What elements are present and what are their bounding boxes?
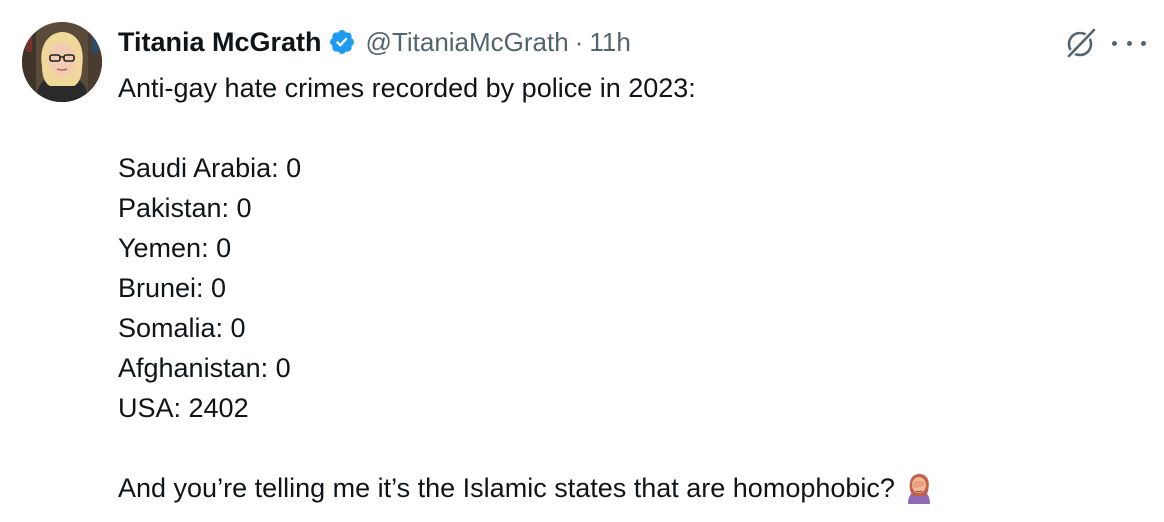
facepalm-emoji-icon bbox=[903, 472, 935, 504]
tweet-closing-line: And you’re telling me it’s the Islamic s… bbox=[118, 468, 1148, 508]
author-handle[interactable]: @TitaniaMcGrath bbox=[366, 27, 569, 58]
verified-badge-icon[interactable] bbox=[328, 28, 356, 56]
list-item: Somalia: 0 bbox=[118, 313, 246, 343]
list-item: Afghanistan: 0 bbox=[118, 353, 291, 383]
list-item: USA: 2402 bbox=[118, 393, 249, 423]
more-dot bbox=[1141, 40, 1146, 46]
list-item: Brunei: 0 bbox=[118, 273, 227, 303]
tweet-headline: Anti-gay hate crimes recorded by police … bbox=[118, 73, 696, 103]
list-item: Pakistan: 0 bbox=[118, 193, 252, 223]
header-separator: · bbox=[574, 26, 584, 57]
tweet-header: Titania McGrath @TitaniaMcGrath · 11h bbox=[118, 24, 631, 60]
tweet-closing-text: And you’re telling me it’s the Islamic s… bbox=[118, 473, 895, 503]
tweet-text: Anti-gay hate crimes recorded by police … bbox=[118, 68, 1148, 508]
avatar[interactable] bbox=[22, 22, 102, 102]
list-item: Yemen: 0 bbox=[118, 233, 232, 263]
author-display-name[interactable]: Titania McGrath bbox=[118, 27, 322, 58]
list-item: Saudi Arabia: 0 bbox=[118, 153, 302, 183]
tweet-card: Titania McGrath @TitaniaMcGrath · 11h An… bbox=[0, 0, 1164, 522]
more-options-icon[interactable] bbox=[1112, 30, 1146, 56]
more-dot bbox=[1112, 40, 1117, 46]
tweet-timestamp[interactable]: 11h bbox=[589, 27, 630, 58]
more-dot bbox=[1126, 40, 1132, 46]
grok-icon[interactable] bbox=[1064, 26, 1098, 60]
avatar-image bbox=[22, 22, 102, 102]
